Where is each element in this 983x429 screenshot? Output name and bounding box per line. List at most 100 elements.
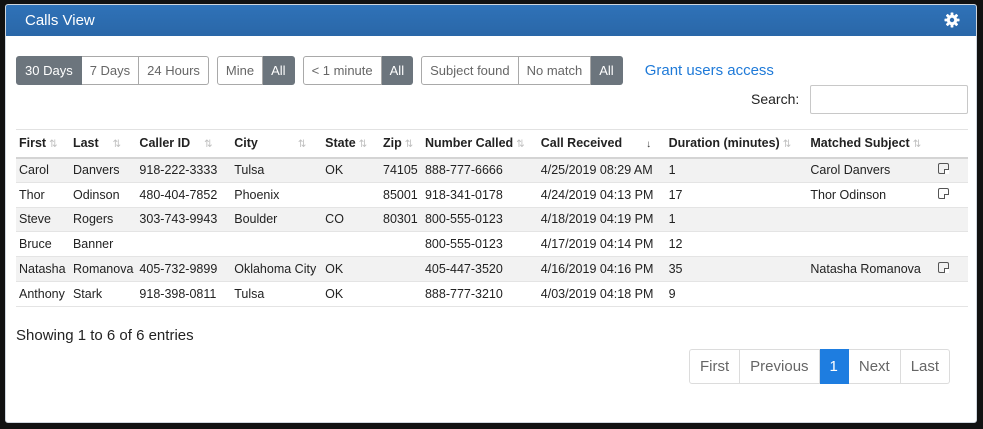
cell-actions — [935, 157, 968, 183]
cell-city: Phoenix — [231, 182, 323, 208]
cell-caller-id: 303-743-9943 — [136, 207, 232, 233]
filter-owner-all[interactable]: All — [263, 56, 295, 85]
cell-first: Natasha — [16, 256, 70, 282]
table-row[interactable]: Thor Odinson 480-404-7852 Phoenix 85001 … — [16, 182, 968, 208]
header-state[interactable]: State ⇅ — [322, 129, 380, 159]
cell-duration: 35 — [665, 256, 808, 282]
filter-duration-all[interactable]: All — [381, 56, 414, 85]
header-call-received-label: Call Received — [540, 136, 623, 151]
cell-actions — [935, 256, 968, 282]
grant-users-access-link[interactable]: Grant users access — [645, 62, 774, 79]
header-first[interactable]: First ⇅ — [16, 129, 70, 159]
cell-zip — [380, 281, 422, 307]
cell-caller-id — [136, 231, 232, 258]
sort-icon: ⇅ — [297, 139, 307, 151]
header-state-label: State — [325, 136, 356, 151]
cell-caller-id: 480-404-7852 — [136, 182, 232, 208]
cell-zip: 74105 — [380, 157, 422, 183]
time-filter-group: 30 Days 7 Days 24 Hours — [16, 56, 209, 85]
filter-subject-found[interactable]: Subject found — [421, 56, 519, 85]
cell-state — [322, 231, 380, 258]
header-number-called[interactable]: Number Called ⇅ — [421, 129, 538, 159]
header-last[interactable]: Last ⇅ — [69, 129, 137, 159]
header-city[interactable]: City ⇅ — [231, 129, 323, 159]
filter-no-match[interactable]: No match — [518, 56, 592, 85]
sort-icon: ⇅ — [782, 139, 792, 151]
header-matched-subject[interactable]: Matched Subject ⇅ — [807, 129, 936, 159]
cell-matched-subject: Thor Odinson — [807, 182, 936, 208]
filter-30-days[interactable]: 30 Days — [16, 56, 82, 85]
cell-city: Oklahoma City — [231, 256, 323, 282]
cell-call-received: 4/16/2019 04:16 PM — [537, 256, 666, 282]
cell-duration: 9 — [665, 281, 808, 307]
cell-city: Tulsa — [231, 281, 323, 307]
table-row[interactable]: Steve Rogers 303-743-9943 Boulder CO 803… — [16, 207, 968, 233]
owner-filter-group: Mine All — [216, 56, 295, 85]
cell-call-received: 4/03/2019 04:18 PM — [537, 281, 666, 307]
duration-filter-group: < 1 minute All — [302, 56, 414, 85]
gear-icon[interactable] — [944, 12, 960, 28]
sort-icon: ⇅ — [516, 139, 525, 151]
filter-bar: 30 Days 7 Days 24 Hours Mine All < 1 min… — [16, 56, 774, 85]
cell-zip — [380, 256, 422, 282]
cell-state: OK — [322, 157, 380, 183]
cell-caller-id: 918-222-3333 — [136, 157, 232, 183]
cell-state: OK — [322, 256, 380, 282]
pagination-page-1[interactable]: 1 — [819, 349, 849, 384]
cell-call-received: 4/25/2019 08:29 AM — [537, 157, 666, 183]
header-caller-id[interactable]: Caller ID ⇅ — [136, 129, 232, 159]
pagination-previous[interactable]: Previous — [740, 349, 820, 384]
header-call-received[interactable]: Call Received ↓ — [537, 129, 666, 159]
pagination-first[interactable]: First — [689, 349, 741, 384]
cell-number-called: 888-777-6666 — [421, 157, 538, 183]
cell-first: Bruce — [16, 231, 70, 258]
search-label: Search: — [751, 91, 800, 107]
sort-icon: ⇅ — [204, 139, 213, 151]
filter-24-hours[interactable]: 24 Hours — [139, 56, 209, 85]
cell-state — [322, 182, 380, 208]
titlebar: Calls View — [6, 5, 976, 36]
pagination-next[interactable]: Next — [848, 349, 901, 384]
cell-caller-id: 405-732-9899 — [136, 256, 232, 282]
cell-number-called: 918-341-0178 — [421, 182, 538, 208]
filter-7-days[interactable]: 7 Days — [81, 56, 140, 85]
sort-icon: ⇅ — [358, 139, 368, 151]
cell-last: Danvers — [69, 157, 137, 183]
cell-actions — [935, 231, 968, 258]
cell-duration: 1 — [665, 157, 808, 183]
search-input[interactable] — [810, 85, 968, 114]
header-actions — [935, 129, 968, 159]
table-row[interactable]: Bruce Banner 800-555-0123 4/17/2019 04:1… — [16, 231, 968, 258]
cell-city: Tulsa — [231, 157, 323, 183]
match-filter-group: Subject found No match All — [421, 56, 623, 85]
window-title: Calls View — [25, 12, 95, 29]
filter-under-1-minute[interactable]: < 1 minute — [302, 56, 382, 85]
note-icon[interactable] — [938, 262, 950, 274]
table-row[interactable]: Carol Danvers 918-222-3333 Tulsa OK 7410… — [16, 157, 968, 183]
pagination-last[interactable]: Last — [900, 349, 951, 384]
header-number-called-label: Number Called — [424, 136, 514, 151]
cell-caller-id: 918-398-0811 — [136, 281, 232, 307]
cell-actions — [935, 182, 968, 208]
table-row[interactable]: Natasha Romanova 405-732-9899 Oklahoma C… — [16, 256, 968, 282]
header-matched-subject-label: Matched Subject — [810, 136, 910, 151]
table-header-row: First ⇅ Last ⇅ Caller ID ⇅ City ⇅ State ⇅ Zip… — [16, 129, 968, 159]
cell-matched-subject: Natasha Romanova — [807, 256, 936, 282]
sort-desc-icon: ↓ — [646, 139, 652, 151]
filter-mine[interactable]: Mine — [216, 56, 264, 85]
cell-first: Anthony — [16, 281, 70, 307]
note-icon[interactable] — [938, 163, 950, 175]
header-duration[interactable]: Duration (minutes) ⇅ — [665, 129, 808, 159]
cell-number-called: 800-555-0123 — [421, 207, 538, 233]
cell-matched-subject — [807, 207, 936, 233]
cell-call-received: 4/18/2019 04:19 PM — [537, 207, 666, 233]
note-icon[interactable] — [938, 187, 950, 199]
pagination: First Previous 1 Next Last — [689, 349, 951, 384]
sort-icon: ⇅ — [112, 139, 122, 151]
cell-zip: 80301 — [380, 207, 422, 233]
calls-view-window: Calls View 30 Days 7 Days 24 Hours Mine — [5, 4, 977, 423]
sort-icon: ⇅ — [49, 139, 58, 151]
filter-match-all[interactable]: All — [591, 56, 623, 85]
table-row[interactable]: Anthony Stark 918-398-0811 Tulsa OK 888-… — [16, 281, 968, 307]
header-zip[interactable]: Zip ⇅ — [380, 129, 422, 159]
